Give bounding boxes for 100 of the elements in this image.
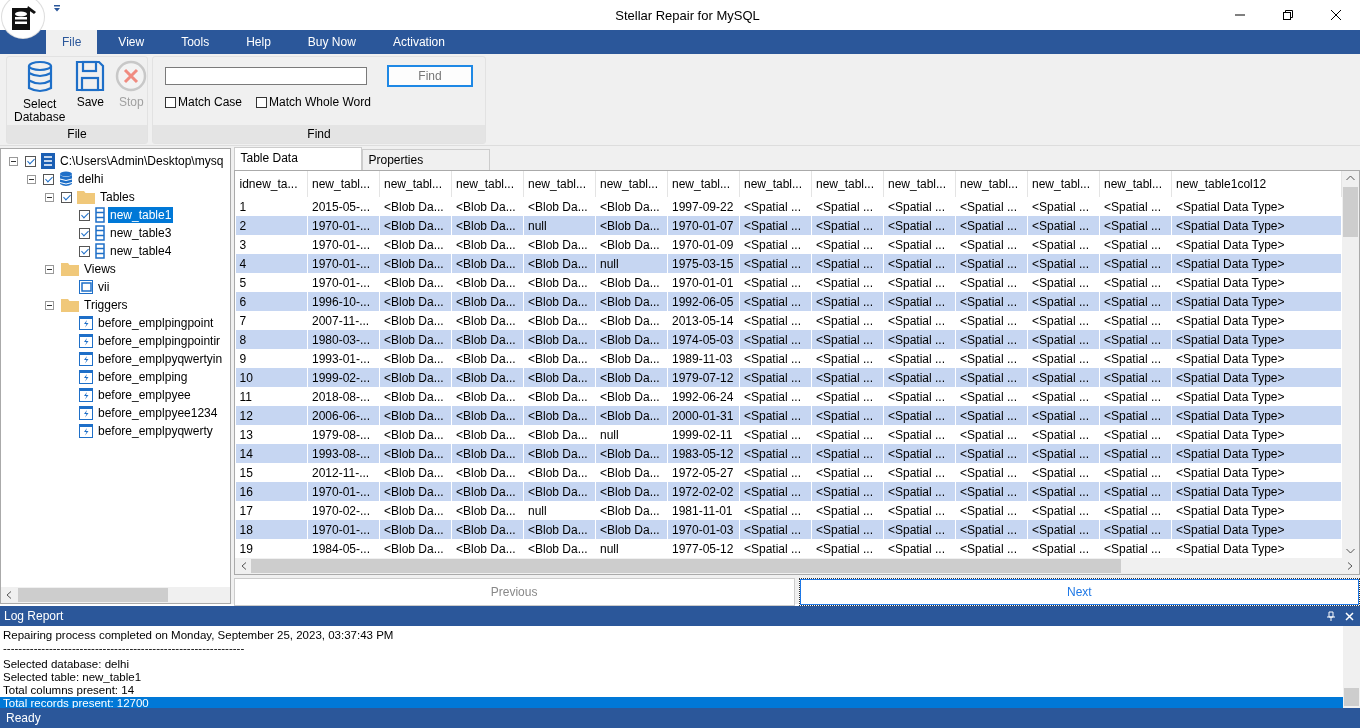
scroll-left-icon[interactable] [6, 591, 12, 599]
pager-button[interactable]: Next [798, 578, 1360, 606]
vertical-scrollbar[interactable] [1342, 171, 1359, 558]
column-header[interactable]: new_tabl... [379, 171, 452, 197]
table-cell: <Blob Da... [379, 254, 452, 273]
menu-tab[interactable]: View [102, 30, 161, 54]
column-header[interactable]: new_tabl... [523, 171, 596, 197]
tree-item[interactable]: before_emplpingpoint [96, 315, 216, 331]
tree-checkbox[interactable] [79, 245, 90, 257]
close-icon[interactable] [1330, 9, 1342, 21]
table-icon [95, 225, 105, 241]
column-header[interactable]: new_tabl... [811, 171, 884, 197]
trigger-icon [79, 424, 93, 438]
menu-tab[interactable]: Activation [376, 30, 461, 54]
collapse-icon[interactable] [9, 156, 18, 166]
scroll-left-icon[interactable] [240, 562, 247, 570]
tree-item[interactable]: before_emplpyqwertyin [96, 351, 225, 367]
table-cell: <Blob Da... [379, 368, 452, 387]
tree-item[interactable]: before_emplpyee1234 [96, 405, 220, 421]
scrollbar-thumb[interactable] [250, 559, 1121, 573]
table-cell: <Blob Da... [451, 254, 524, 273]
tab[interactable]: Table Data [233, 147, 362, 170]
table-cell: <Spatial ... [739, 406, 812, 425]
scrollbar-thumb[interactable] [18, 588, 168, 602]
column-header[interactable]: new_tabl... [595, 171, 668, 197]
tree-checkbox[interactable] [79, 227, 90, 239]
horizontal-scrollbar[interactable] [1, 587, 230, 603]
tree-item[interactable]: C:\Users\Admin\Desktop\mysq [58, 153, 226, 169]
vertical-scrollbar[interactable] [1343, 626, 1360, 708]
tree-checkbox[interactable] [61, 191, 72, 203]
tree-item[interactable]: delhi [76, 171, 106, 187]
menu-tab[interactable]: Help [230, 30, 287, 54]
tree-item[interactable]: new_table3 [108, 225, 174, 241]
checkbox-option[interactable]: Match Case [165, 95, 243, 109]
column-header[interactable]: new_tabl... [667, 171, 740, 197]
ribbon-button[interactable]: Save [72, 60, 109, 109]
collapse-icon[interactable] [45, 192, 54, 202]
column-header[interactable]: new_tabl... [739, 171, 812, 197]
scroll-right-icon[interactable] [1347, 562, 1353, 570]
dropdown-arrow-icon[interactable] [53, 4, 61, 12]
tree-item[interactable]: before_emplpyqwerty [96, 423, 215, 439]
pin-icon[interactable] [1327, 611, 1335, 621]
column-header[interactable]: new_tabl... [883, 171, 956, 197]
tree-checkbox[interactable] [25, 155, 36, 167]
table-cell: 4 [235, 254, 308, 273]
status-text: Ready [6, 711, 41, 725]
column-header[interactable]: new_tabl... [451, 171, 524, 197]
menu-tab[interactable]: File [46, 30, 98, 54]
table-cell: <Spatial ... [955, 406, 1028, 425]
menu-tab[interactable]: Tools [165, 30, 226, 54]
table-cell: <Spatial ... [883, 216, 956, 235]
collapse-icon[interactable] [45, 264, 54, 274]
scrollbar-thumb[interactable] [1343, 187, 1358, 237]
collapse-icon[interactable] [27, 174, 36, 184]
log-line[interactable]: Total columns present: 14 [0, 684, 135, 697]
table-cell: 18 [235, 520, 308, 539]
horizontal-scrollbar[interactable] [234, 558, 1359, 574]
tree-item[interactable]: Views [82, 261, 118, 277]
table-cell: 1979-07-12 [667, 368, 740, 387]
tab[interactable]: Properties [361, 149, 490, 170]
search-field[interactable] [165, 67, 367, 85]
tree-item[interactable]: Triggers [82, 297, 130, 313]
log-line[interactable]: Selected database: delhi [0, 658, 129, 671]
log-line[interactable]: Repairing process completed on Monday, September 25, 2023, 03:37:43 PM [0, 629, 394, 642]
tree-item[interactable]: new_table4 [108, 243, 174, 259]
collapse-icon[interactable] [45, 300, 54, 310]
group-label: File [7, 125, 147, 143]
column-header[interactable]: new_tabl... [955, 171, 1028, 197]
table-cell: <Blob Da... [451, 482, 524, 501]
table-cell: <Spatial ... [955, 292, 1028, 311]
table-cell: <Blob Da... [595, 216, 668, 235]
tree-item[interactable]: before_emplpyee [96, 387, 193, 403]
column-header[interactable]: new_tabl... [1027, 171, 1100, 197]
tree-item[interactable]: before_emplpingpointir [96, 333, 223, 349]
tree-checkbox[interactable] [43, 173, 54, 185]
tree-item[interactable]: before_emplping [96, 369, 190, 385]
ribbon-button[interactable]: Select Database [11, 60, 69, 124]
checkbox-option[interactable]: Match Whole Word [256, 95, 371, 109]
find-button[interactable]: Find [387, 65, 473, 87]
restore-icon[interactable] [1282, 9, 1294, 21]
column-header[interactable]: idnew_ta... [235, 171, 308, 197]
table-cell: <Spatial ... [739, 368, 812, 387]
table-cell: <Spatial Data Type> [1171, 292, 1342, 311]
tree-item[interactable]: Tables [98, 189, 137, 205]
table-cell: <Spatial ... [1027, 216, 1100, 235]
tree-checkbox[interactable] [79, 209, 90, 221]
table-cell: 1999-02-... [307, 368, 380, 387]
log-line[interactable]: Selected table: new_table1 [0, 671, 142, 684]
scrollbar-thumb[interactable] [1344, 688, 1359, 706]
log-line[interactable]: --------------------------------------------------------------- [0, 642, 245, 655]
menu-tab[interactable]: Buy Now [291, 30, 372, 54]
tree-item[interactable]: new_table1 [108, 207, 174, 223]
table-cell: <Blob Da... [523, 368, 596, 387]
column-header[interactable]: new_table1col12 [1171, 171, 1342, 197]
column-header[interactable]: new_tabl... [307, 171, 380, 197]
column-header[interactable]: new_tabl... [1099, 171, 1172, 197]
table-cell: <Spatial ... [955, 254, 1028, 273]
tree-item[interactable]: vii [96, 279, 112, 295]
table-cell: <Spatial ... [811, 520, 884, 539]
table-cell: <Blob Da... [595, 406, 668, 425]
